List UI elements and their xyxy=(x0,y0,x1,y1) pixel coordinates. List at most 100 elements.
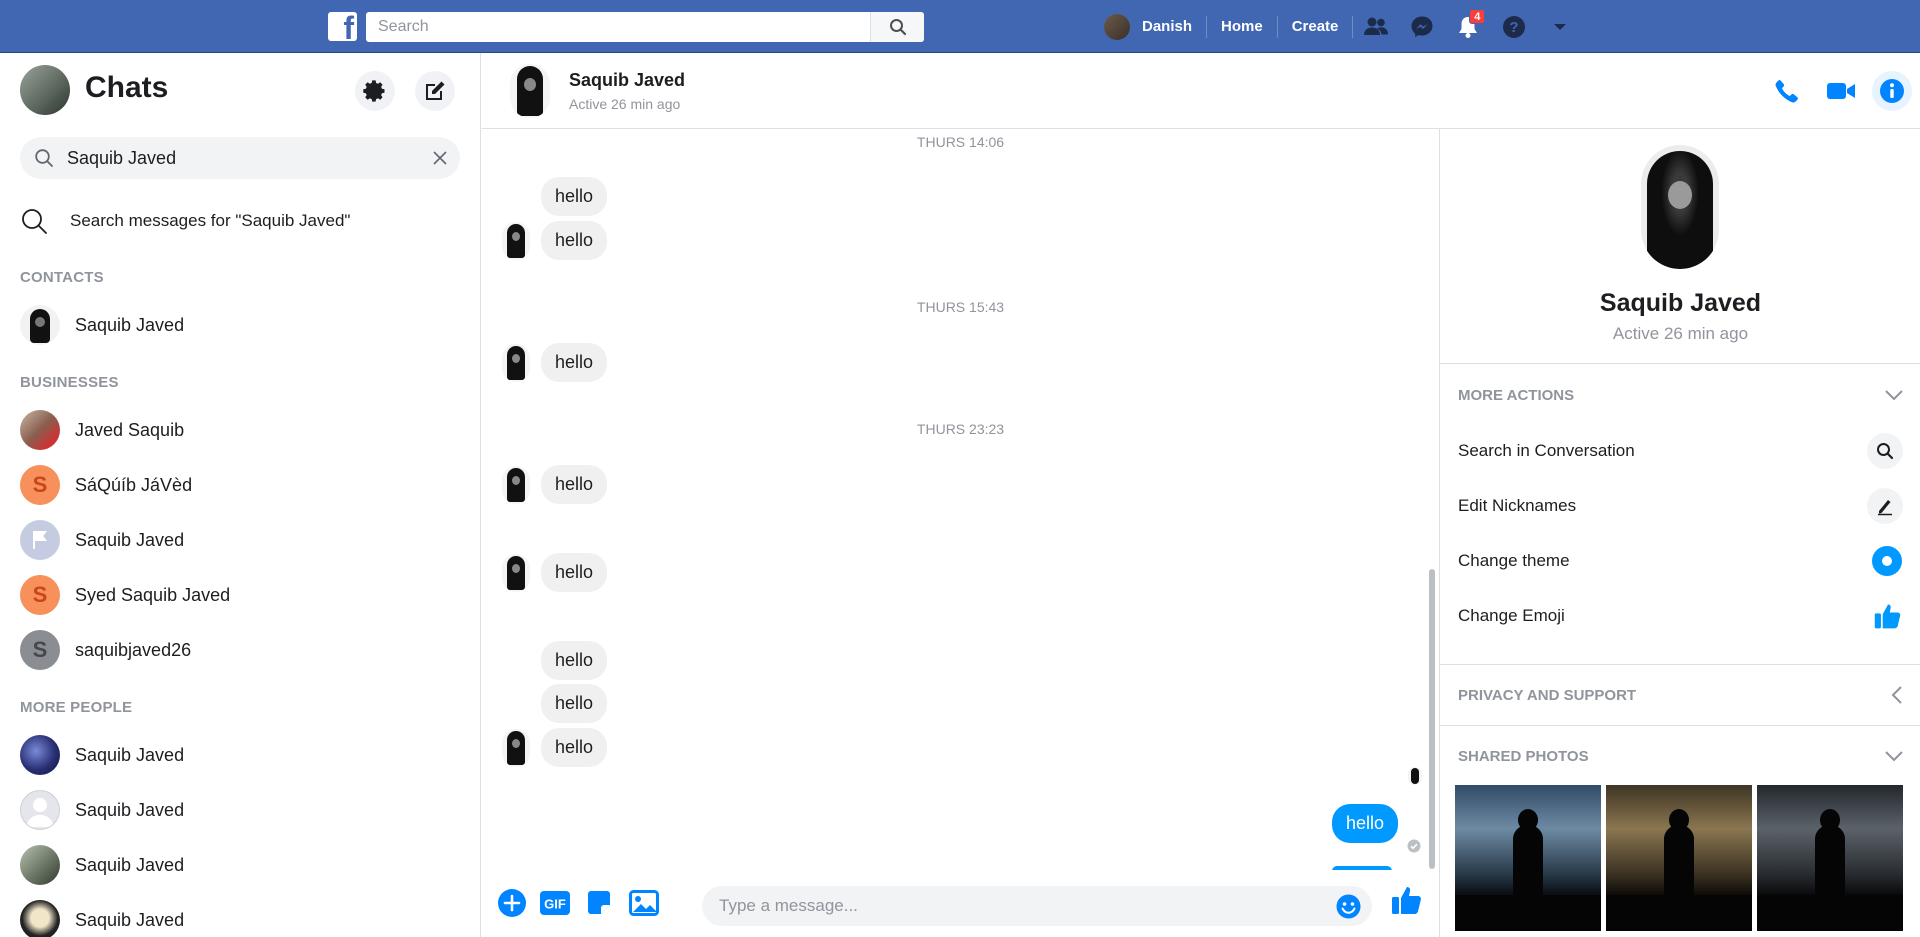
more-actions-button[interactable] xyxy=(495,886,529,920)
person-item[interactable]: Saquib Javed xyxy=(20,733,460,777)
edit-nicknames-action[interactable]: Edit Nicknames xyxy=(1458,486,1903,526)
person-item[interactable]: Saquib Javed xyxy=(20,898,460,937)
shared-photo[interactable] xyxy=(1455,785,1601,931)
person-item[interactable]: Saquib Javed xyxy=(20,788,460,832)
avatar: S xyxy=(20,575,60,615)
avatar: S xyxy=(20,630,60,670)
profile-link[interactable]: Danish xyxy=(1100,13,1206,40)
sent-message[interactable]: hello xyxy=(1332,804,1399,843)
business-name: saquibjaved26 xyxy=(75,639,192,660)
contact-name-heading: Saquib Javed xyxy=(1599,289,1762,317)
image-icon xyxy=(629,890,659,916)
shared-photo[interactable] xyxy=(1606,785,1752,931)
avatar[interactable] xyxy=(20,65,70,115)
person-item[interactable]: Saquib Javed xyxy=(20,843,460,887)
avatar xyxy=(20,520,60,560)
avatar xyxy=(20,305,60,345)
chats-search-input[interactable] xyxy=(65,137,425,179)
action-label: Change theme xyxy=(1458,551,1570,570)
message-timestamp: THURS 14:06 xyxy=(916,134,1005,150)
search-icon xyxy=(35,149,53,167)
action-label: Edit Nicknames xyxy=(1458,496,1577,515)
received-message[interactable]: hello xyxy=(541,553,608,592)
action-label: Search in Conversation xyxy=(1458,441,1635,460)
help-button[interactable]: ? xyxy=(1491,0,1537,53)
received-message[interactable]: hello xyxy=(541,728,608,767)
plus-circle-icon xyxy=(498,889,526,917)
account-menu-button[interactable] xyxy=(1537,0,1583,53)
avatar[interactable] xyxy=(1641,145,1719,269)
message-thread[interactable]: THURS 14:06 hello hello THURS 15:43 hell… xyxy=(482,129,1439,870)
contact-item[interactable]: Saquib Javed xyxy=(20,303,460,347)
friend-requests-button[interactable] xyxy=(1353,0,1399,53)
voice-call-button[interactable] xyxy=(1760,71,1814,111)
search-messages-option[interactable]: Search messages for "Saquib Javed" xyxy=(20,201,350,241)
avatar xyxy=(20,410,60,450)
gif-label: GIF xyxy=(544,897,566,912)
received-message[interactable]: hello xyxy=(541,177,608,216)
global-search-input[interactable] xyxy=(376,12,866,42)
facebook-logo[interactable]: f xyxy=(328,12,357,41)
person-name: Saquib Javed xyxy=(75,854,185,875)
home-link[interactable]: Home xyxy=(1206,15,1277,38)
new-message-button[interactable] xyxy=(415,71,455,111)
video-call-button[interactable] xyxy=(1814,71,1868,111)
avatar xyxy=(20,845,60,885)
search-in-conversation-action[interactable]: Search in Conversation xyxy=(1458,431,1903,471)
sticker-button[interactable] xyxy=(582,886,616,920)
received-message[interactable]: hello xyxy=(541,221,608,260)
send-like-button[interactable] xyxy=(1390,883,1424,917)
business-item[interactable]: Javed Saquib xyxy=(20,408,460,452)
more-actions-section-toggle[interactable]: MORE ACTIONS xyxy=(1458,380,1903,410)
avatar xyxy=(502,222,530,260)
pencil-icon xyxy=(1878,500,1892,516)
avatar xyxy=(502,554,530,592)
chevron-down-icon xyxy=(1885,751,1903,762)
settings-button[interactable] xyxy=(355,71,395,111)
message-input[interactable] xyxy=(717,886,1317,926)
shared-photo[interactable] xyxy=(1757,785,1903,931)
conversation-info-button[interactable] xyxy=(1872,71,1912,111)
close-icon[interactable] xyxy=(432,150,448,166)
photo-button[interactable] xyxy=(627,886,661,920)
emoji-button[interactable] xyxy=(1335,893,1362,925)
contact-name: Saquib Javed xyxy=(75,314,185,335)
gif-icon: GIF xyxy=(540,891,570,915)
avatar xyxy=(502,344,530,382)
thumbs-up-icon xyxy=(1874,604,1901,629)
conversation-title[interactable]: Saquib Javed xyxy=(569,70,685,91)
caret-down-icon xyxy=(1554,23,1567,30)
sticker-icon xyxy=(588,891,610,914)
received-message[interactable]: hello xyxy=(541,465,608,504)
notifications-button[interactable]: 4 xyxy=(1445,0,1491,53)
person-name: Saquib Javed xyxy=(75,799,185,820)
facebook-logo-glyph: f xyxy=(343,12,354,41)
create-link[interactable]: Create xyxy=(1276,15,1353,38)
messenger-button[interactable] xyxy=(1399,0,1445,53)
business-item[interactable]: S SáQúíb JáVèd xyxy=(20,463,460,507)
change-theme-action[interactable]: Change theme xyxy=(1458,541,1903,581)
change-emoji-action[interactable]: Change Emoji xyxy=(1458,596,1903,636)
business-item[interactable]: Saquib Javed xyxy=(20,518,460,562)
privacy-support-section-toggle[interactable]: PRIVACY AND SUPPORT xyxy=(1458,680,1903,710)
divider xyxy=(1440,725,1920,726)
page-title: Chats xyxy=(85,71,169,104)
gif-button[interactable]: GIF xyxy=(538,886,572,920)
business-item[interactable]: S saquibjaved26 xyxy=(20,628,460,672)
chats-sidebar: Chats Search messages for "Saquib Javed"… xyxy=(0,53,481,937)
received-message[interactable]: hello xyxy=(541,343,608,382)
thread-scrollbar[interactable] xyxy=(1429,569,1435,869)
conversation-info-panel: Saquib Javed Active 26 min ago MORE ACTI… xyxy=(1439,129,1920,937)
businesses-section-label: BUSINESSES xyxy=(20,374,119,391)
avatar[interactable] xyxy=(510,64,550,118)
business-name: Saquib Javed xyxy=(75,529,185,550)
global-search-button[interactable] xyxy=(870,12,924,42)
shared-photos-section-toggle[interactable]: SHARED PHOTOS xyxy=(1458,741,1903,771)
received-message[interactable]: hello xyxy=(541,684,608,723)
business-item[interactable]: S Syed Saquib Javed xyxy=(20,573,460,617)
search-icon xyxy=(889,19,906,36)
search-icon xyxy=(22,209,47,234)
action-label: Change Emoji xyxy=(1458,606,1565,625)
received-message[interactable]: hello xyxy=(541,641,608,680)
business-name: SáQúíb JáVèd xyxy=(75,474,193,495)
